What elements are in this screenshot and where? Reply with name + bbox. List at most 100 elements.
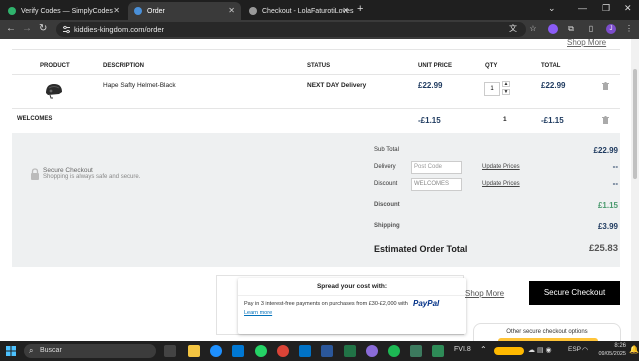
remove-item-icon[interactable]: [602, 82, 609, 90]
secure-checkout-title: Secure Checkout: [43, 167, 93, 174]
outlook-icon[interactable]: [299, 345, 311, 357]
network-volume-icon[interactable]: ◠: [582, 346, 588, 354]
bookmark-star-icon[interactable]: ☆: [528, 24, 538, 34]
reload-icon[interactable]: ↻: [39, 23, 47, 34]
spread-cost-title: Spread your cost with:: [316, 283, 388, 290]
scrollbar-thumb[interactable]: [633, 69, 637, 179]
secure-checkout-button[interactable]: Secure Checkout: [529, 281, 620, 305]
discount-total: -£1.15: [541, 116, 564, 125]
search-placeholder: Buscar: [40, 347, 62, 354]
search-icon: ⌕: [29, 346, 34, 355]
delivery-status: NEXT DAY Delivery: [307, 82, 367, 89]
discount-code-label: WELCOMES: [17, 116, 53, 122]
tab-checkout[interactable]: Checkout - LolaFaturotiLoves ✕: [243, 2, 355, 20]
tab-order[interactable]: Order ✕: [128, 2, 241, 20]
tab-verify-codes[interactable]: Verify Codes — SimplyCodes ✕: [2, 2, 126, 20]
clock-time[interactable]: 8:26: [598, 343, 626, 349]
forward-icon[interactable]: →: [22, 23, 32, 34]
update-prices-discount-link[interactable]: Update Prices: [482, 181, 520, 187]
windows-start-icon[interactable]: [6, 346, 16, 356]
menu-kebab-icon[interactable]: ⋮: [624, 24, 634, 34]
quantity-input[interactable]: 1: [484, 82, 500, 96]
sub-total-label: Sub Total: [374, 147, 399, 153]
update-prices-delivery-link[interactable]: Update Prices: [482, 164, 520, 170]
header-product: PRODUCT: [40, 63, 70, 69]
tab-title: Order: [147, 7, 165, 15]
post-code-input[interactable]: Post Code: [411, 161, 462, 174]
tray-chevron-icon[interactable]: ⌃: [480, 345, 487, 354]
shop-more-link-top[interactable]: Shop More: [567, 39, 606, 47]
back-icon[interactable]: ←: [6, 23, 16, 34]
extensions-puzzle-icon[interactable]: ⧉: [566, 24, 576, 34]
chrome-icon[interactable]: [277, 345, 289, 357]
taskbar-search-box[interactable]: ⌕ Buscar: [24, 344, 156, 358]
sub-total-value: £22.99: [593, 146, 618, 155]
sidebar-icon[interactable]: ▯: [586, 24, 596, 34]
windows-taskbar: ⌕ Buscar FVI.8 ⌃ ☁ ▤ ◉ ESP ◠ 8:26 09/05/…: [0, 341, 639, 361]
task-view-icon[interactable]: [164, 345, 176, 357]
translate-icon[interactable]: 文: [508, 24, 518, 34]
delivery-value: --: [612, 162, 618, 171]
quantity-decrease-button[interactable]: ▼: [502, 89, 510, 95]
file-explorer-icon[interactable]: [188, 345, 200, 357]
quantity-increase-button[interactable]: ▲: [502, 81, 510, 87]
profile-avatar[interactable]: J: [606, 24, 616, 34]
address-bar[interactable]: kiddies-kingdom.com/order: [56, 22, 526, 37]
spotify-icon[interactable]: [388, 345, 400, 357]
product-description-link[interactable]: Hape Safty Helmet-Black: [103, 82, 176, 89]
messenger-icon[interactable]: [366, 345, 378, 357]
shipping-value: £3.99: [597, 222, 618, 231]
restore-icon[interactable]: ❐: [602, 3, 610, 14]
stock-ticker-label[interactable]: FVI.8: [454, 346, 471, 353]
stocks-icon: [432, 345, 444, 357]
minimize-icon[interactable]: —: [578, 3, 587, 13]
language-indicator[interactable]: ESP: [568, 346, 581, 353]
delivery-label: Delivery: [374, 164, 396, 170]
paypal-spread-card: Spread your cost with: Pay in 3 interest…: [238, 278, 466, 334]
order-favicon-icon: [134, 7, 142, 15]
tab-search-icon[interactable]: ⌄: [548, 3, 556, 14]
excel-icon[interactable]: [344, 345, 356, 357]
close-tab-icon[interactable]: ✕: [342, 6, 349, 15]
site-info-icon[interactable]: [62, 25, 71, 34]
edge-icon[interactable]: [210, 345, 222, 357]
estimated-total-value: £25.83: [588, 243, 618, 254]
extension-icon[interactable]: [548, 24, 558, 34]
helmet-product-image[interactable]: [44, 81, 64, 101]
simplycodes-favicon-icon: [8, 7, 16, 15]
word-icon[interactable]: [321, 345, 333, 357]
page-scrollbar[interactable]: [631, 39, 639, 341]
browser-toolbar: ← → ↻ kiddies-kingdom.com/order 文 ☆ ⧉ ▯ …: [0, 20, 639, 39]
header-description: DESCRIPTION: [103, 63, 145, 69]
other-options-label: Other secure checkout options: [506, 329, 588, 335]
tray-icons[interactable]: ☁ ▤ ◉: [528, 346, 552, 354]
discount-unit-price: -£1.15: [418, 116, 441, 125]
close-tab-icon[interactable]: ✕: [113, 6, 120, 15]
close-window-icon[interactable]: ✕: [624, 3, 632, 14]
app-icon[interactable]: [410, 345, 422, 357]
close-tab-icon[interactable]: ✕: [228, 6, 235, 15]
browser-tab-strip: Verify Codes — SimplyCodes ✕ Order ✕ Che…: [0, 0, 639, 20]
shop-more-link-bottom[interactable]: Shop More: [465, 289, 504, 298]
whatsapp-icon[interactable]: [255, 345, 267, 357]
clock-date[interactable]: 09/05/2025: [592, 351, 626, 357]
learn-more-link[interactable]: Learn more: [244, 310, 272, 316]
notification-bell-icon[interactable]: 🔔: [629, 345, 639, 354]
divider: [238, 295, 466, 296]
estimated-total-label: Estimated Order Total: [374, 244, 468, 254]
discount-value: --: [612, 179, 618, 188]
other-options-panel: Other secure checkout options: [473, 323, 621, 341]
divider: [12, 74, 620, 75]
tray-apps-icon[interactable]: [494, 347, 524, 355]
secure-checkout-subtitle: Shopping is always safe and secure.: [43, 174, 141, 180]
new-tab-button[interactable]: +: [357, 4, 363, 15]
unit-price: £22.99: [418, 81, 443, 90]
page-content: Shop More PRODUCT DESCRIPTION STATUS UNI…: [0, 39, 639, 341]
url-text: kiddies-kingdom.com/order: [74, 25, 165, 34]
checkout-actions-area: Spread your cost with: Pay in 3 interest…: [0, 267, 631, 341]
mail-icon[interactable]: [232, 345, 244, 357]
remove-discount-icon[interactable]: [602, 116, 609, 124]
tab-title: Checkout - LolaFaturotiLoves: [262, 7, 354, 15]
divider: [12, 108, 620, 109]
discount-code-input[interactable]: WELCOMES: [411, 178, 462, 191]
